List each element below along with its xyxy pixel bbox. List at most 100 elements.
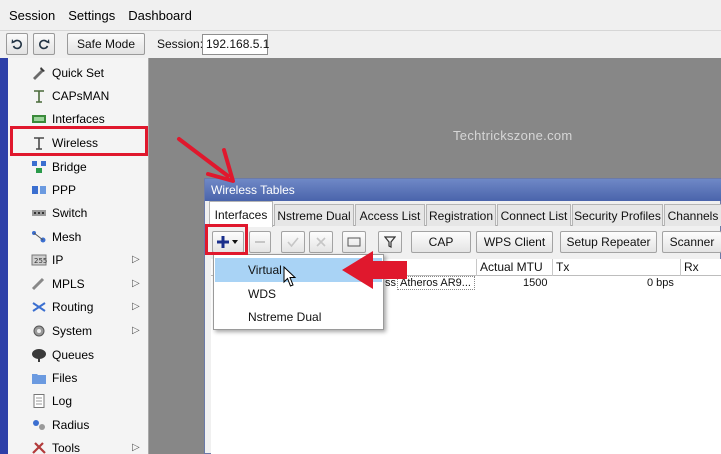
dropdown-item-nstreme-dual[interactable]: Nstreme Dual [215, 305, 382, 329]
filter-button[interactable] [378, 231, 402, 253]
files-icon [31, 371, 47, 385]
comment-button[interactable] [342, 231, 366, 253]
sidebar-item-radius[interactable]: Radius [8, 413, 149, 436]
capsman-icon [31, 89, 47, 103]
sidebar-item-quick-set[interactable]: Quick Set [8, 61, 149, 84]
menu-settings[interactable]: Settings [68, 8, 115, 23]
sidebar-item-label: Tools [52, 440, 81, 454]
cell-actual-mtu: 1500 [523, 277, 548, 289]
session-field[interactable]: 192.168.5.1 [202, 34, 269, 55]
add-dropdown-menu: Virtual WDS Nstreme Dual [213, 254, 384, 330]
sidebar-item-bridge[interactable]: Bridge [8, 155, 149, 178]
sidebar-item-label: IP [52, 252, 64, 267]
window-title[interactable]: Wireless Tables [205, 179, 721, 201]
main-toolbar: Safe Mode Session: 192.168.5.1 [0, 30, 721, 58]
sidebar-item-label: Routing [52, 299, 94, 314]
radius-icon [31, 418, 47, 432]
system-icon [31, 324, 47, 338]
watermark: Techtrickszone.com [453, 128, 573, 143]
log-icon [31, 393, 47, 408]
wps-client-button[interactable]: WPS Client [476, 231, 553, 253]
sidebar-item-label: CAPsMAN [52, 88, 110, 103]
safe-mode-button[interactable]: Safe Mode [67, 33, 145, 55]
sidebar-item-label: Files [52, 370, 78, 385]
queues-icon [31, 348, 47, 362]
session-label: Session: [157, 37, 204, 51]
highlight-wireless [10, 126, 148, 156]
mesh-icon [31, 230, 47, 244]
submenu-arrow-icon: ▷ [132, 278, 140, 289]
mpls-icon [31, 277, 47, 291]
redo-icon [39, 39, 50, 50]
cap-button[interactable]: CAP [411, 231, 471, 253]
bridge-icon [31, 160, 47, 174]
scanner-button[interactable]: Scanner [662, 231, 721, 253]
routing-icon [31, 300, 47, 314]
redo-button[interactable] [33, 33, 55, 55]
ip-icon: 255 [31, 253, 47, 267]
sidebar-stripe [0, 58, 8, 454]
sidebar-item-routing[interactable]: Routing ▷ [8, 295, 149, 318]
check-icon [287, 237, 299, 248]
tab-connect-list[interactable]: Connect List [497, 204, 571, 226]
sidebar-item-log[interactable]: Log [8, 389, 149, 412]
sidebar-item-mesh[interactable]: Mesh [8, 225, 149, 248]
tab-access-list[interactable]: Access List [355, 204, 425, 226]
sidebar-item-queues[interactable]: Queues [8, 343, 149, 366]
sidebar-item-capsman[interactable]: CAPsMAN [8, 84, 149, 107]
sidebar-item-tools[interactable]: Tools ▷ [8, 436, 149, 454]
sidebar-item-label: Mesh [52, 229, 82, 244]
tab-nstreme-dual[interactable]: Nstreme Dual [274, 204, 354, 226]
sidebar: Quick Set CAPsMAN Interfaces Wireless Br… [8, 58, 149, 454]
sidebar-item-label: PPP [52, 182, 77, 197]
submenu-arrow-icon: ▷ [132, 442, 140, 453]
sidebar-item-label: Switch [52, 205, 88, 220]
tab-security-profiles[interactable]: Security Profiles [572, 204, 663, 226]
sidebar-item-label: Quick Set [52, 65, 105, 80]
cell-chip: Atheros AR9... [397, 276, 475, 290]
sidebar-item-system[interactable]: System ▷ [8, 319, 149, 342]
column-rx[interactable]: Rx [680, 259, 721, 276]
tools-icon [31, 441, 47, 454]
dropdown-item-wds[interactable]: WDS [215, 282, 382, 306]
interfaces-icon [31, 112, 47, 126]
sidebar-item-ip[interactable]: 255 IP ▷ [8, 248, 149, 271]
sidebar-item-label: System [52, 323, 93, 338]
menu-session[interactable]: Session [9, 8, 55, 23]
column-tx[interactable]: Tx [552, 259, 680, 276]
column-actual-mtu[interactable]: Actual MTU [476, 259, 552, 276]
remove-button[interactable] [249, 231, 271, 253]
setup-repeater-button[interactable]: Setup Repeater [560, 231, 657, 253]
sidebar-item-switch[interactable]: Switch [8, 201, 149, 224]
sidebar-item-mpls[interactable]: MPLS ▷ [8, 272, 149, 295]
tab-registration[interactable]: Registration [426, 204, 496, 226]
enable-button[interactable] [281, 231, 305, 253]
submenu-arrow-icon: ▷ [132, 325, 140, 336]
submenu-arrow-icon: ▷ [132, 301, 140, 312]
cell-tx: 0 bps [647, 277, 674, 289]
minus-icon [255, 241, 265, 243]
sidebar-item-files[interactable]: Files [8, 366, 149, 389]
sidebar-item-label: Interfaces [52, 111, 105, 126]
comment-icon [347, 237, 361, 247]
submenu-arrow-icon: ▷ [132, 254, 140, 265]
filter-icon [384, 236, 396, 248]
sidebar-item-ppp[interactable]: PPP [8, 178, 149, 201]
menu-dashboard[interactable]: Dashboard [128, 8, 192, 23]
sidebar-item-label: Log [52, 393, 73, 408]
sidebar-item-label: Queues [52, 347, 95, 362]
quick-set-icon [31, 66, 47, 80]
sidebar-item-label: Radius [52, 417, 90, 432]
sidebar-item-label: Bridge [52, 159, 87, 174]
undo-icon [11, 39, 22, 50]
ppp-icon [31, 183, 47, 197]
window-tabs: Interfaces Nstreme Dual Access List Regi… [205, 201, 721, 227]
tab-channels[interactable]: Channels [664, 204, 721, 226]
cross-icon [316, 237, 326, 247]
undo-button[interactable] [6, 33, 28, 55]
mouse-cursor-icon [283, 266, 297, 287]
dropdown-item-virtual[interactable]: Virtual [215, 258, 382, 282]
disable-button[interactable] [309, 231, 333, 253]
cell-type: ss [385, 277, 396, 289]
menu-bar: Session Settings Dashboard [0, 0, 721, 30]
